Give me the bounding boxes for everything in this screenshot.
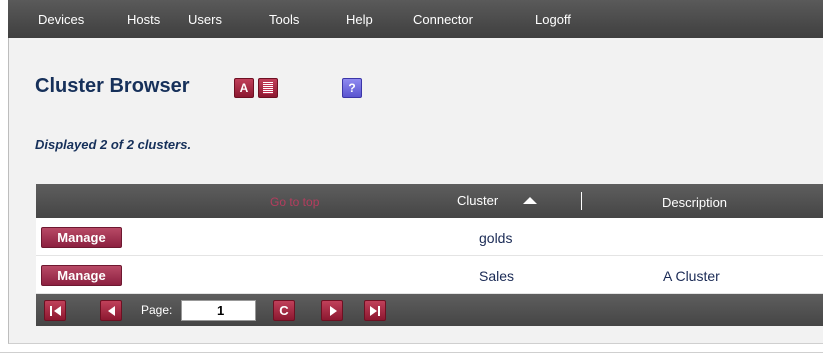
- go-to-top-link[interactable]: Go to top: [270, 195, 319, 209]
- first-page-icon: [50, 306, 52, 316]
- page-label: Page:: [141, 303, 173, 317]
- last-page-icon: [370, 306, 377, 316]
- nav-users[interactable]: Users: [188, 12, 222, 27]
- previous-page-button[interactable]: [100, 300, 122, 321]
- last-page-button[interactable]: [364, 300, 386, 321]
- top-navigation-bar: Devices Hosts Users Tools Help Connector…: [8, 0, 823, 38]
- page-number-input[interactable]: [181, 300, 256, 321]
- nav-connector[interactable]: Connector: [413, 12, 473, 27]
- table-row: Manage golds: [36, 218, 823, 256]
- column-header-cluster[interactable]: Cluster: [457, 193, 498, 208]
- table-header: Go to top Cluster Description: [36, 184, 823, 218]
- description-cell: A Cluster: [663, 268, 720, 284]
- cluster-table: Go to top Cluster Description Manage gol…: [36, 184, 823, 326]
- nav-tools[interactable]: Tools: [269, 12, 299, 27]
- previous-page-icon: [108, 306, 115, 316]
- next-page-icon: [330, 306, 337, 316]
- cluster-name-cell: golds: [479, 230, 513, 246]
- cluster-name-cell: Sales: [479, 268, 515, 284]
- nav-logoff[interactable]: Logoff: [535, 12, 571, 27]
- manage-button[interactable]: Manage: [41, 265, 122, 286]
- help-button[interactable]: ?: [342, 78, 362, 98]
- sort-ascending-icon[interactable]: [523, 197, 537, 204]
- manage-button[interactable]: Manage: [41, 227, 122, 248]
- next-page-button[interactable]: [321, 300, 343, 321]
- first-page-button[interactable]: [44, 300, 66, 321]
- list-report-button[interactable]: [258, 78, 278, 98]
- column-header-description[interactable]: Description: [662, 195, 727, 210]
- nav-help[interactable]: Help: [346, 12, 373, 27]
- refresh-icon: C: [279, 303, 289, 318]
- bottom-divider: [0, 352, 823, 353]
- nav-devices[interactable]: Devices: [38, 12, 84, 27]
- table-row: Manage Sales A Cluster: [36, 256, 823, 294]
- nav-hosts[interactable]: Hosts: [127, 12, 160, 27]
- refresh-button[interactable]: C: [273, 300, 295, 321]
- list-icon: [263, 82, 273, 94]
- status-message: Displayed 2 of 2 clusters.: [35, 137, 192, 152]
- column-divider: [581, 192, 582, 210]
- pagination-bar: Page: C: [36, 294, 823, 326]
- a-button[interactable]: A: [234, 78, 254, 98]
- page-title: Cluster Browser: [35, 75, 190, 97]
- content-panel: Cluster Browser A ? Displayed 2 of 2 clu…: [8, 38, 823, 344]
